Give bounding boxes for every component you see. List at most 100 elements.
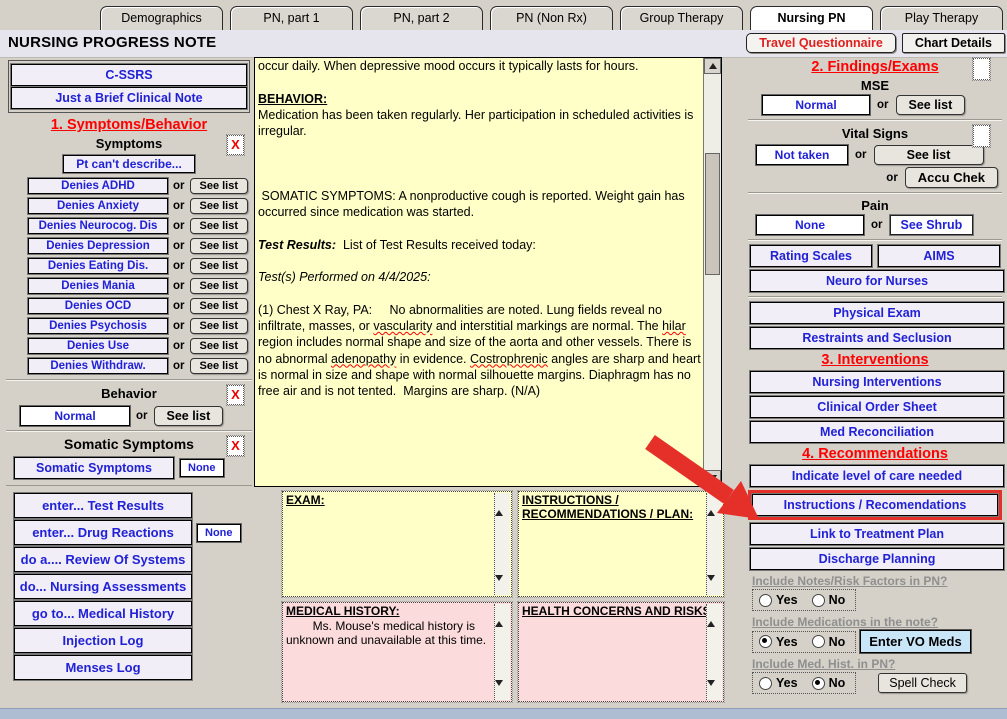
radio-no[interactable]: No [811,676,845,690]
scrollbar-thumb[interactable] [705,153,720,275]
mse-see-list-button[interactable]: See list [895,95,966,115]
travel-questionnaire-button[interactable]: Travel Questionnaire [746,33,896,53]
behavior-value-button[interactable]: Normal [19,405,131,427]
see-list-button[interactable]: See list [189,297,249,314]
scroll-down-icon[interactable] [707,575,722,598]
nursing-interventions-button[interactable]: Nursing Interventions [749,370,1005,394]
neuro-for-nurses-button[interactable]: Neuro for Nurses [749,269,1005,293]
somatic-symptoms-button[interactable]: Somatic Symptoms [13,456,175,480]
radio-yes[interactable]: Yes [759,676,798,690]
medical-history-textarea[interactable]: MEDICAL HISTORY: Ms. Mouse's medical his… [281,601,513,703]
vitals-value-button[interactable]: Not taken [755,144,849,166]
see-list-button[interactable]: See list [189,277,249,294]
see-list-button[interactable]: See list [189,217,249,234]
scroll-down-icon[interactable] [704,470,721,486]
tab-pn-part-1[interactable]: PN, part 1 [230,6,353,30]
tab-pn-part-2[interactable]: PN, part 2 [360,6,483,30]
nav-button[interactable]: do... Nursing Assessments [13,573,193,600]
scroll-up-icon[interactable] [704,58,721,74]
radio-yes[interactable]: Yes [759,635,798,649]
nav-button[interactable]: Injection Log [13,627,193,654]
radio-no[interactable]: No [811,593,845,607]
radio-yes-icon[interactable] [759,676,772,690]
clinical-order-sheet-button[interactable]: Clinical Order Sheet [749,395,1005,419]
nav-button[interactable]: enter... Drug Reactions [13,519,193,546]
nav-button[interactable]: go to... Medical History [13,600,193,627]
symptom-denies-button[interactable]: Denies Psychosis [27,316,169,335]
radio-no-icon[interactable] [811,635,825,648]
symptom-denies-button[interactable]: Denies OCD [27,296,169,315]
health-concerns-textarea[interactable]: HEALTH CONCERNS AND RISKS: [517,601,725,703]
radio-no-icon[interactable] [811,676,825,690]
radio-yes-icon[interactable] [759,635,772,648]
symptom-denies-button[interactable]: Denies Withdraw. [27,356,169,375]
link-to-treatment-plan-button[interactable]: Link to Treatment Plan [749,522,1005,546]
symptom-denies-button[interactable]: Denies Eating Dis. [27,256,169,275]
instructions-textarea[interactable]: INSTRUCTIONS / RECOMMENDATIONS / PLAN: [517,490,725,598]
exam-textarea[interactable]: EXAM: [281,490,513,598]
see-list-button[interactable]: See list [189,237,249,254]
symptom-denies-button[interactable]: Denies ADHD [27,176,169,195]
symptoms-x-checkbox[interactable]: X [226,134,245,156]
scroll-down-icon[interactable] [495,575,510,598]
behavior-see-list-button[interactable]: See list [153,406,224,426]
pain-value-button[interactable]: None [755,214,865,236]
symptom-denies-button[interactable]: Denies Neurocog. Dis [27,216,169,235]
see-list-button[interactable]: See list [189,197,249,214]
restraints-seclusion-button[interactable]: Restraints and Seclusion [749,326,1005,350]
see-list-button[interactable]: See list [189,257,249,274]
instructions-scrollbar[interactable] [706,493,722,598]
nav-button[interactable]: enter... Test Results [13,492,193,519]
scroll-up-icon[interactable] [707,493,722,516]
radio-yes-icon[interactable] [759,593,772,607]
tab-group-therapy[interactable]: Group Therapy [620,6,743,30]
discharge-planning-button[interactable]: Discharge Planning [749,547,1005,571]
med-reconciliation-button[interactable]: Med Reconciliation [749,420,1005,444]
symptom-denies-button[interactable]: Denies Use [27,336,169,355]
symptom-denies-button[interactable]: Denies Depression [27,236,169,255]
scroll-down-icon[interactable] [707,680,722,703]
nav-none-button[interactable]: None [196,522,242,543]
symptom-denies-button[interactable]: Denies Mania [27,276,169,295]
accu-chek-button[interactable]: Accu Chek [904,167,998,188]
somatic-none-button[interactable]: None [179,458,225,478]
physical-exam-button[interactable]: Physical Exam [749,301,1005,325]
chart-details-button[interactable]: Chart Details [901,33,1005,53]
scroll-up-icon[interactable] [495,493,510,516]
cssrs-button[interactable]: C-SSRS [10,63,248,87]
tab-pn-non-rx-[interactable]: PN (Non Rx) [490,6,613,30]
see-shrub-button[interactable]: See Shrub [888,214,975,236]
spell-check-button[interactable]: Spell Check [878,673,967,693]
symptom-denies-button[interactable]: Denies Anxiety [27,196,169,215]
tab-demographics[interactable]: Demographics [100,6,223,30]
vitals-checkbox[interactable] [972,124,991,148]
scroll-down-icon[interactable] [495,680,510,703]
brief-clinical-note-button[interactable]: Just a Brief Clinical Note [10,86,248,110]
indicate-level-of-care-needed-button[interactable]: Indicate level of care needed [749,464,1005,488]
aims-button[interactable]: AIMS [877,244,1001,268]
findings-checkbox[interactable] [972,57,991,81]
scroll-up-icon[interactable] [707,604,722,627]
see-list-button[interactable]: See list [189,177,249,194]
vitals-see-list-button[interactable]: See list [873,145,984,165]
exam-scrollbar[interactable] [494,493,510,598]
radio-no-icon[interactable] [811,593,825,607]
pt-cant-describe-button[interactable]: Pt can't describe... [62,154,196,174]
rating-scales-button[interactable]: Rating Scales [749,244,873,268]
nav-button[interactable]: do a.... Review Of Systems [13,546,193,573]
see-list-button[interactable]: See list [189,337,249,354]
radio-no[interactable]: No [811,635,845,649]
enter-vo-meds-button[interactable]: Enter VO Meds [859,629,972,654]
see-list-button[interactable]: See list [189,317,249,334]
radio-yes[interactable]: Yes [759,593,798,607]
behavior-x-checkbox[interactable]: X [226,384,245,406]
instructions-recomendations-button[interactable]: Instructions / Recomendations [751,493,999,517]
mse-value-button[interactable]: Normal [761,94,871,116]
somatic-x-checkbox[interactable]: X [226,435,245,457]
nav-button[interactable]: Menses Log [13,654,193,681]
tab-nursing-pn[interactable]: Nursing PN [750,6,873,30]
health-concerns-scrollbar[interactable] [706,604,722,703]
note-scrollbar[interactable] [703,58,721,486]
see-list-button[interactable]: See list [189,357,249,374]
scroll-up-icon[interactable] [495,604,510,627]
